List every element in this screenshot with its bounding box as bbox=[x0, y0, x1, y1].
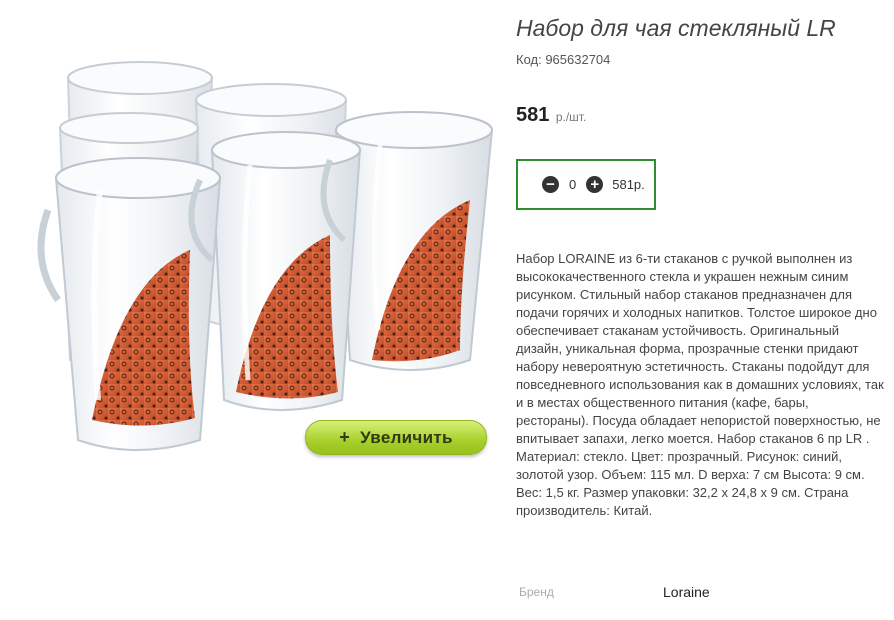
brand-value: Loraine bbox=[663, 584, 710, 600]
price-unit: р./шт. bbox=[555, 110, 587, 124]
brand-label: Бренд bbox=[519, 585, 554, 599]
quantity-value[interactable]: 0 bbox=[569, 177, 576, 192]
quantity-sum: 581р. bbox=[612, 177, 645, 192]
zoom-button[interactable]: + Увеличить bbox=[305, 420, 487, 455]
product-image-area: + Увеличить bbox=[0, 0, 505, 480]
zoom-label: Увеличить bbox=[360, 427, 453, 447]
quantity-stepper: − 0 + 581р. bbox=[516, 159, 656, 210]
product-image[interactable] bbox=[0, 0, 505, 480]
product-description: Набор LORAINE из 6-ти стаканов с ручкой … bbox=[516, 251, 884, 518]
product-sku: Код: 965632704 bbox=[516, 52, 611, 67]
plus-circle-icon[interactable]: + bbox=[586, 176, 604, 193]
minus-circle-icon[interactable]: − bbox=[542, 176, 559, 193]
product-title: Набор для чая стекляный LR bbox=[516, 15, 836, 41]
price: 581 р./шт. bbox=[516, 104, 586, 127]
plus-icon: + bbox=[339, 427, 351, 447]
price-value: 581 bbox=[516, 104, 550, 126]
